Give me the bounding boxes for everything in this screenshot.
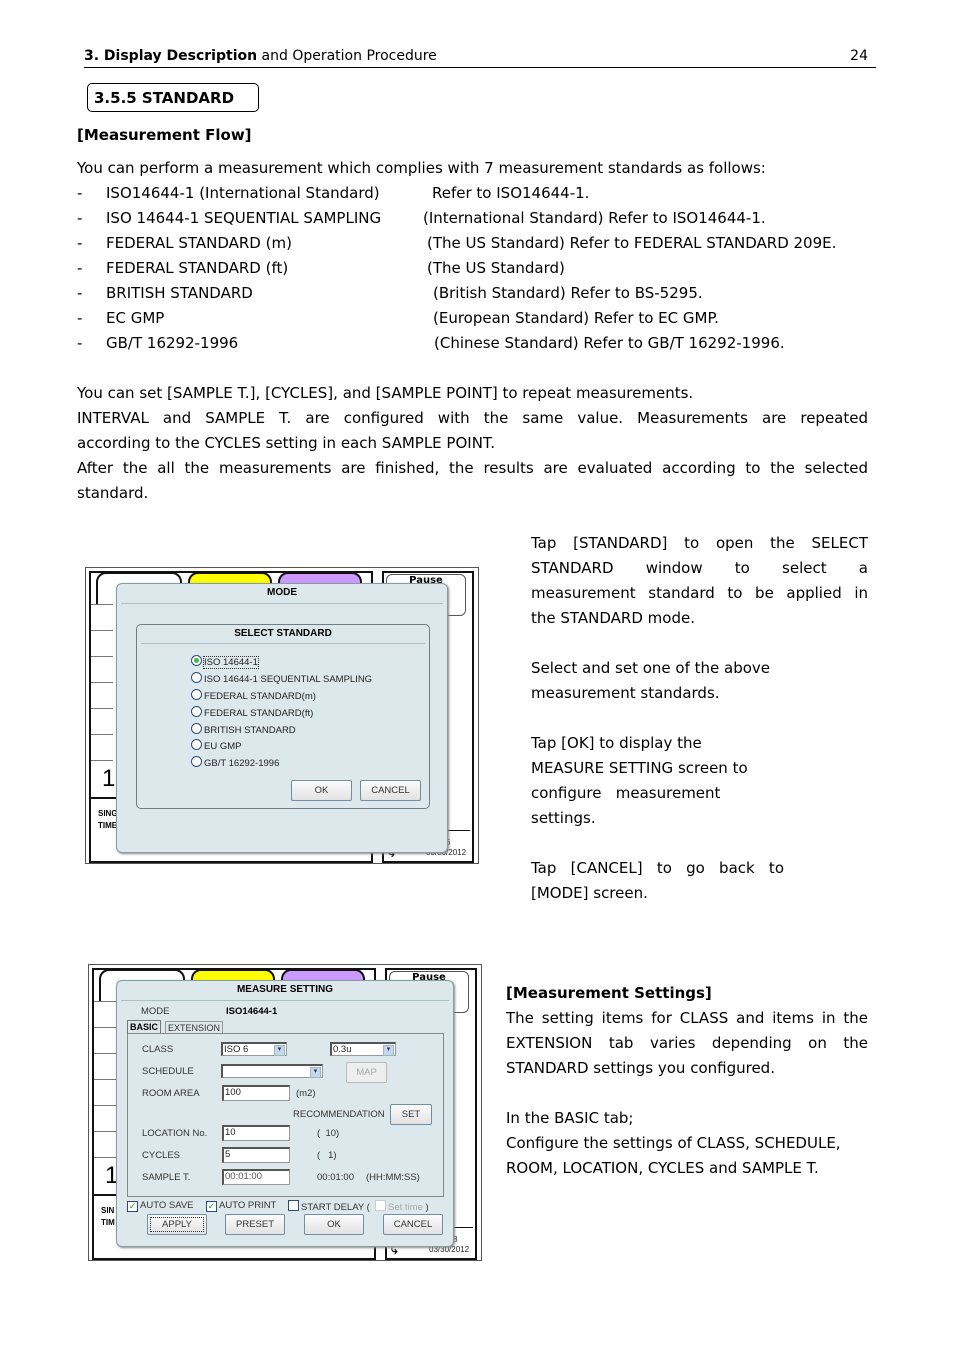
standard-item: - FEDERAL STANDARD (ft) (The US Standard) bbox=[77, 256, 877, 281]
cancel-button[interactable]: CANCEL bbox=[360, 780, 421, 801]
background-big-number: 1 bbox=[102, 765, 116, 792]
radio-icon[interactable] bbox=[191, 756, 202, 767]
standard-desc: (European Standard) Refer to EC GMP. bbox=[433, 309, 719, 327]
room-area-input[interactable]: 100 bbox=[222, 1085, 290, 1101]
cycles-label: CYCLES bbox=[142, 1150, 181, 1161]
header-section-bold: 3. Display Description bbox=[84, 48, 258, 64]
radio-icon[interactable] bbox=[191, 689, 202, 700]
standard-option[interactable]: EU GMP bbox=[191, 739, 241, 755]
measurement-flow-paragraph: You can set [SAMPLE T.], [CYCLES], and [… bbox=[77, 384, 868, 502]
checkbox-empty-icon[interactable] bbox=[288, 1200, 299, 1211]
tab-basic[interactable]: BASIC bbox=[127, 1020, 162, 1033]
auto-save-checkbox[interactable]: ✓ AUTO SAVE bbox=[127, 1200, 194, 1212]
standard-name: EC GMP bbox=[106, 309, 165, 327]
cycles-input[interactable]: 5 bbox=[222, 1147, 290, 1163]
chevron-down-icon: ▾ bbox=[383, 1045, 394, 1056]
sample-t-display: 00:01:00 bbox=[317, 1172, 354, 1183]
standard-option[interactable]: GB/T 16292-1996 bbox=[191, 756, 279, 772]
measurement-settings-title: [Measurement Settings] bbox=[506, 984, 712, 1002]
basic-tab-panel: CLASS ISO 6 ▾ 0.3u ▾ SCHEDULE ▾ MAP ROOM A… bbox=[127, 1033, 444, 1197]
class-label: CLASS bbox=[142, 1044, 174, 1055]
standard-option[interactable]: BRITISH STANDARD bbox=[191, 723, 296, 739]
location-input[interactable]: 10 bbox=[222, 1125, 290, 1141]
checkbox-empty-icon[interactable] bbox=[375, 1200, 386, 1211]
standard-desc: (The US Standard) bbox=[427, 259, 565, 277]
location-label: LOCATION No. bbox=[142, 1128, 208, 1139]
radio-icon[interactable] bbox=[191, 739, 202, 750]
map-button[interactable]: MAP bbox=[346, 1062, 387, 1083]
page-header: 3. Display Description and Operation Pro… bbox=[84, 47, 876, 68]
chevron-down-icon: ▾ bbox=[274, 1045, 285, 1056]
radio-icon[interactable] bbox=[191, 723, 202, 734]
section-heading-box: 3.5.5 STANDARD bbox=[87, 83, 259, 112]
select-standard-screenshot: Pause 1 SINGTIME RETURN 6 03/30/2012 ⤷ M… bbox=[85, 567, 479, 864]
mode-dialog-title: MODE bbox=[267, 587, 297, 598]
standard-item: - GB/T 16292-1996 (Chinese Standard) Refer… bbox=[77, 331, 877, 356]
auto-print-checkbox[interactable]: ✓ AUTO PRINT bbox=[206, 1200, 276, 1212]
measure-setting-title: MEASURE SETTING bbox=[236, 984, 334, 995]
ok-button[interactable]: OK bbox=[291, 780, 352, 801]
recommendation-label: RECOMMENDATION bbox=[293, 1109, 385, 1120]
sample-t-label: SAMPLE T. bbox=[142, 1172, 191, 1183]
checkmark-icon[interactable]: ✓ bbox=[127, 1201, 138, 1212]
location-recommended: ( 10) bbox=[317, 1128, 340, 1139]
standard-item: - ISO14644-1 (International Standard) Refe… bbox=[77, 181, 877, 206]
standard-name: FEDERAL STANDARD (ft) bbox=[106, 259, 289, 277]
mode-dialog: MODE SELECT STANDARD ISO 14644-1 ISO 146… bbox=[116, 583, 448, 853]
schedule-dropdown[interactable]: ▾ bbox=[221, 1064, 323, 1078]
mode-value: ISO14644-1 bbox=[226, 1006, 278, 1017]
radio-icon[interactable] bbox=[191, 672, 202, 683]
standard-desc: Refer to ISO14644-1. bbox=[432, 184, 590, 202]
standards-list: - ISO14644-1 (International Standard) Refe… bbox=[77, 181, 877, 356]
cancel-button[interactable]: CANCEL bbox=[383, 1214, 443, 1235]
checkmark-icon[interactable]: ✓ bbox=[206, 1201, 217, 1212]
radio-icon[interactable] bbox=[191, 706, 202, 717]
standard-item: - ISO 14644-1 SEQUENTIAL SAMPLING (Interna… bbox=[77, 206, 877, 231]
cycles-recommended: ( 1) bbox=[317, 1150, 337, 1161]
particle-size-dropdown[interactable]: 0.3u ▾ bbox=[330, 1042, 396, 1056]
standard-desc: (Chinese Standard) Refer to GB/T 16292-1… bbox=[434, 334, 785, 352]
preset-button[interactable]: PRESET bbox=[225, 1214, 285, 1235]
standard-name: ISO14644-1 (International Standard) bbox=[106, 184, 380, 202]
standard-name: BRITISH STANDARD bbox=[106, 284, 253, 302]
standard-desc: (British Standard) Refer to BS-5295. bbox=[433, 284, 703, 302]
ok-button[interactable]: OK bbox=[304, 1214, 364, 1235]
standard-option[interactable]: FEDERAL STANDARD(m) bbox=[191, 689, 316, 705]
standard-option[interactable]: ISO 14644-1 bbox=[191, 655, 259, 671]
select-standard-title: SELECT STANDARD bbox=[234, 628, 332, 639]
select-standard-instructions: Tap [STANDARD] to open the SELECT STANDA… bbox=[531, 534, 868, 902]
class-dropdown[interactable]: ISO 6 ▾ bbox=[221, 1042, 287, 1056]
measurement-settings-description: [Measurement Settings] The setting items… bbox=[506, 981, 868, 1181]
set-time-checkbox[interactable]: Set time ) bbox=[375, 1200, 429, 1213]
measure-setting-screenshot: Pause 1 SIN TIM 8 03/30/2012 ⤷ MEASURE SE… bbox=[88, 964, 482, 1261]
header-section-rest: and Operation Procedure bbox=[257, 48, 437, 64]
apply-button[interactable]: APPLY bbox=[147, 1214, 207, 1235]
start-delay-checkbox[interactable]: START DELAY ( bbox=[288, 1200, 370, 1213]
standard-item: - EC GMP (European Standard) Refer to EC G… bbox=[77, 306, 877, 331]
standard-desc: (International Standard) Refer to ISO146… bbox=[423, 209, 766, 227]
schedule-label: SCHEDULE bbox=[142, 1066, 194, 1077]
measure-setting-dialog: MEASURE SETTING MODE ISO14644-1 BASIC EX… bbox=[116, 980, 454, 1247]
standard-name: ISO 14644-1 SEQUENTIAL SAMPLING bbox=[106, 209, 382, 227]
standard-item: - BRITISH STANDARD (British Standard) Refe… bbox=[77, 281, 877, 306]
sample-t-format: (HH:MM:SS) bbox=[366, 1172, 420, 1183]
radio-selected-icon[interactable] bbox=[191, 655, 202, 666]
sample-t-input[interactable]: 00:01:00 bbox=[222, 1169, 290, 1185]
select-standard-panel: SELECT STANDARD ISO 14644-1 ISO 14644-1 … bbox=[136, 624, 430, 809]
set-recommendation-button[interactable]: SET bbox=[390, 1104, 432, 1125]
standard-name: FEDERAL STANDARD (m) bbox=[106, 234, 292, 252]
standard-item: - FEDERAL STANDARD (m) (The US Standard) R… bbox=[77, 231, 877, 256]
standard-name: GB/T 16292-1996 bbox=[106, 334, 239, 352]
chevron-down-icon: ▾ bbox=[310, 1067, 321, 1078]
mode-label: MODE bbox=[141, 1006, 170, 1017]
standard-desc: (The US Standard) Refer to FEDERAL STAND… bbox=[427, 234, 837, 252]
measurement-flow-title: [Measurement Flow] bbox=[77, 126, 252, 144]
room-area-label: ROOM AREA bbox=[142, 1088, 200, 1099]
page-number: 24 bbox=[850, 48, 868, 64]
measurement-flow-intro: You can perform a measurement which comp… bbox=[77, 159, 766, 177]
standard-option[interactable]: ISO 14644-1 SEQUENTIAL SAMPLING bbox=[191, 672, 372, 688]
room-area-unit: (m2) bbox=[296, 1088, 316, 1099]
standard-option[interactable]: FEDERAL STANDARD(ft) bbox=[191, 706, 313, 722]
